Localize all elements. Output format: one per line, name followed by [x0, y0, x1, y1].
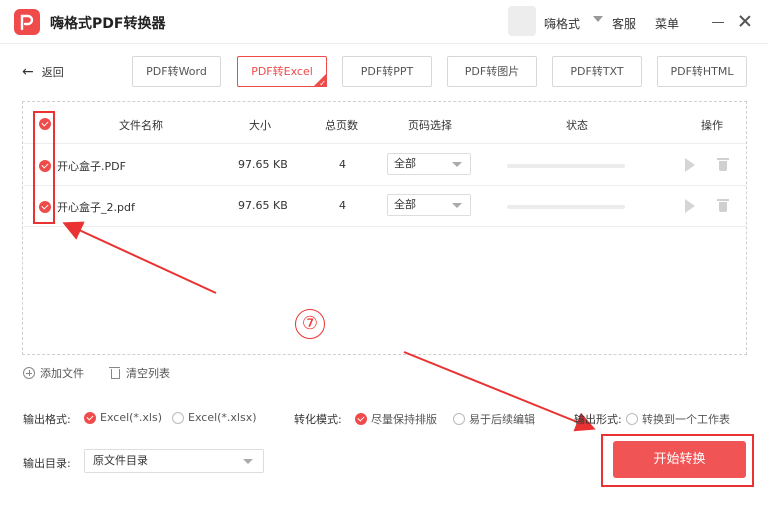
- chevron-down-icon: [452, 203, 462, 208]
- add-file-button[interactable]: 添加文件: [23, 365, 84, 381]
- user-avatar[interactable]: [508, 6, 536, 36]
- radio-unchecked-icon: [172, 411, 184, 424]
- radio-checked-icon: [84, 411, 96, 424]
- header-pages: 总页数: [325, 119, 358, 132]
- chevron-down-icon[interactable]: [593, 16, 603, 22]
- output-dir-value: 原文件目录: [93, 454, 148, 467]
- user-name[interactable]: 嗨格式: [544, 15, 580, 32]
- step-number-badge: ⑦: [295, 309, 325, 339]
- plus-icon: [23, 367, 35, 379]
- close-icon[interactable]: [738, 14, 752, 28]
- add-file-label: 添加文件: [40, 367, 84, 380]
- radio-easy-edit[interactable]: 易于后续编辑: [453, 411, 535, 427]
- page-select-dropdown[interactable]: 全部: [387, 194, 471, 216]
- play-icon[interactable]: [685, 158, 695, 172]
- conversion-progress: [507, 164, 625, 168]
- page-select-value: 全部: [394, 157, 416, 170]
- radio-checked-icon: [355, 413, 367, 425]
- conversion-progress: [507, 205, 625, 209]
- back-button[interactable]: ← 返回: [22, 63, 64, 81]
- radio-single-sheet[interactable]: 转换到一个工作表: [626, 411, 730, 427]
- back-label: 返回: [41, 66, 64, 79]
- chevron-down-icon: [452, 162, 462, 167]
- header-size: 大小: [249, 119, 271, 132]
- customer-service-link[interactable]: 客服: [612, 15, 636, 32]
- radio-keep-layout[interactable]: 尽量保持排版: [355, 411, 437, 427]
- radio-label: Excel(*.xlsx): [188, 411, 257, 424]
- header-file-name: 文件名称: [119, 119, 163, 132]
- tab-label: PDF转图片: [464, 65, 520, 78]
- title-bar: 嗨格式PDF转换器 嗨格式 客服 菜单: [0, 0, 768, 44]
- page-count: 4: [339, 158, 346, 171]
- header-status: 状态: [566, 119, 588, 132]
- radio-unchecked-icon: [453, 413, 465, 425]
- output-dir-dropdown[interactable]: 原文件目录: [84, 449, 264, 473]
- page-count: 4: [339, 199, 346, 212]
- output-form-label: 输出形式:: [574, 413, 622, 426]
- tab-pdf-to-ppt[interactable]: PDF转PPT: [342, 56, 432, 87]
- play-icon[interactable]: [685, 199, 695, 213]
- app-logo-icon: [14, 9, 40, 35]
- trash-icon: [109, 367, 120, 379]
- arrow-left-icon: ←: [22, 64, 34, 80]
- radio-label: 易于后续编辑: [469, 413, 535, 426]
- menu-link[interactable]: 菜单: [655, 15, 679, 32]
- app-title: 嗨格式PDF转换器: [50, 16, 166, 32]
- radio-label: 转换到一个工作表: [642, 413, 730, 426]
- radio-format-xlsx[interactable]: Excel(*.xlsx): [172, 411, 257, 424]
- output-dir-label: 输出目录:: [23, 457, 71, 470]
- selected-check-icon: ✓: [313, 73, 327, 87]
- tab-label: PDF转HTML: [670, 65, 734, 78]
- annotation-highlight-checkboxes: [33, 111, 55, 224]
- radio-label: Excel(*.xls): [100, 411, 163, 424]
- convert-mode-label: 转化模式:: [294, 413, 342, 426]
- chevron-down-icon: [243, 459, 253, 464]
- tab-pdf-to-word[interactable]: PDF转Word: [132, 56, 221, 87]
- minimize-icon[interactable]: [712, 22, 724, 23]
- radio-format-xls[interactable]: Excel(*.xls): [84, 411, 162, 424]
- page-select-value: 全部: [394, 198, 416, 211]
- tab-pdf-to-txt[interactable]: PDF转TXT: [552, 56, 642, 87]
- clear-list-button[interactable]: 清空列表: [109, 365, 170, 381]
- trash-icon[interactable]: [717, 157, 729, 172]
- tab-pdf-to-html[interactable]: PDF转HTML: [657, 56, 747, 87]
- tab-label: PDF转PPT: [360, 65, 414, 78]
- tab-label: PDF转Word: [146, 65, 207, 78]
- table-header: 文件名称 大小 总页数 页码选择 状态 操作: [23, 102, 746, 144]
- file-name: 开心盒子_2.pdf: [57, 201, 135, 214]
- trash-icon[interactable]: [717, 198, 729, 213]
- tab-label: PDF转Excel: [251, 65, 313, 78]
- file-name: 开心盒子.PDF: [57, 160, 126, 173]
- table-row: 开心盒子_2.pdf 97.65 KB 4 全部: [23, 186, 746, 227]
- start-conversion-button[interactable]: 开始转换: [613, 441, 746, 478]
- tab-pdf-to-excel[interactable]: PDF转Excel ✓: [237, 56, 327, 87]
- header-page-select: 页码选择: [408, 119, 452, 132]
- radio-unchecked-icon: [626, 413, 638, 425]
- page-select-dropdown[interactable]: 全部: [387, 153, 471, 175]
- tab-pdf-to-image[interactable]: PDF转图片: [447, 56, 537, 87]
- tab-label: PDF转TXT: [570, 65, 624, 78]
- output-format-label: 输出格式:: [23, 413, 71, 426]
- clear-list-label: 清空列表: [126, 367, 170, 380]
- radio-label: 尽量保持排版: [371, 413, 437, 426]
- file-size: 97.65 KB: [238, 199, 288, 212]
- table-row: 开心盒子.PDF 97.65 KB 4 全部: [23, 145, 746, 186]
- file-size: 97.65 KB: [238, 158, 288, 171]
- header-actions: 操作: [701, 119, 723, 132]
- file-list: 文件名称 大小 总页数 页码选择 状态 操作 开心盒子.PDF 97.65 KB…: [22, 101, 747, 355]
